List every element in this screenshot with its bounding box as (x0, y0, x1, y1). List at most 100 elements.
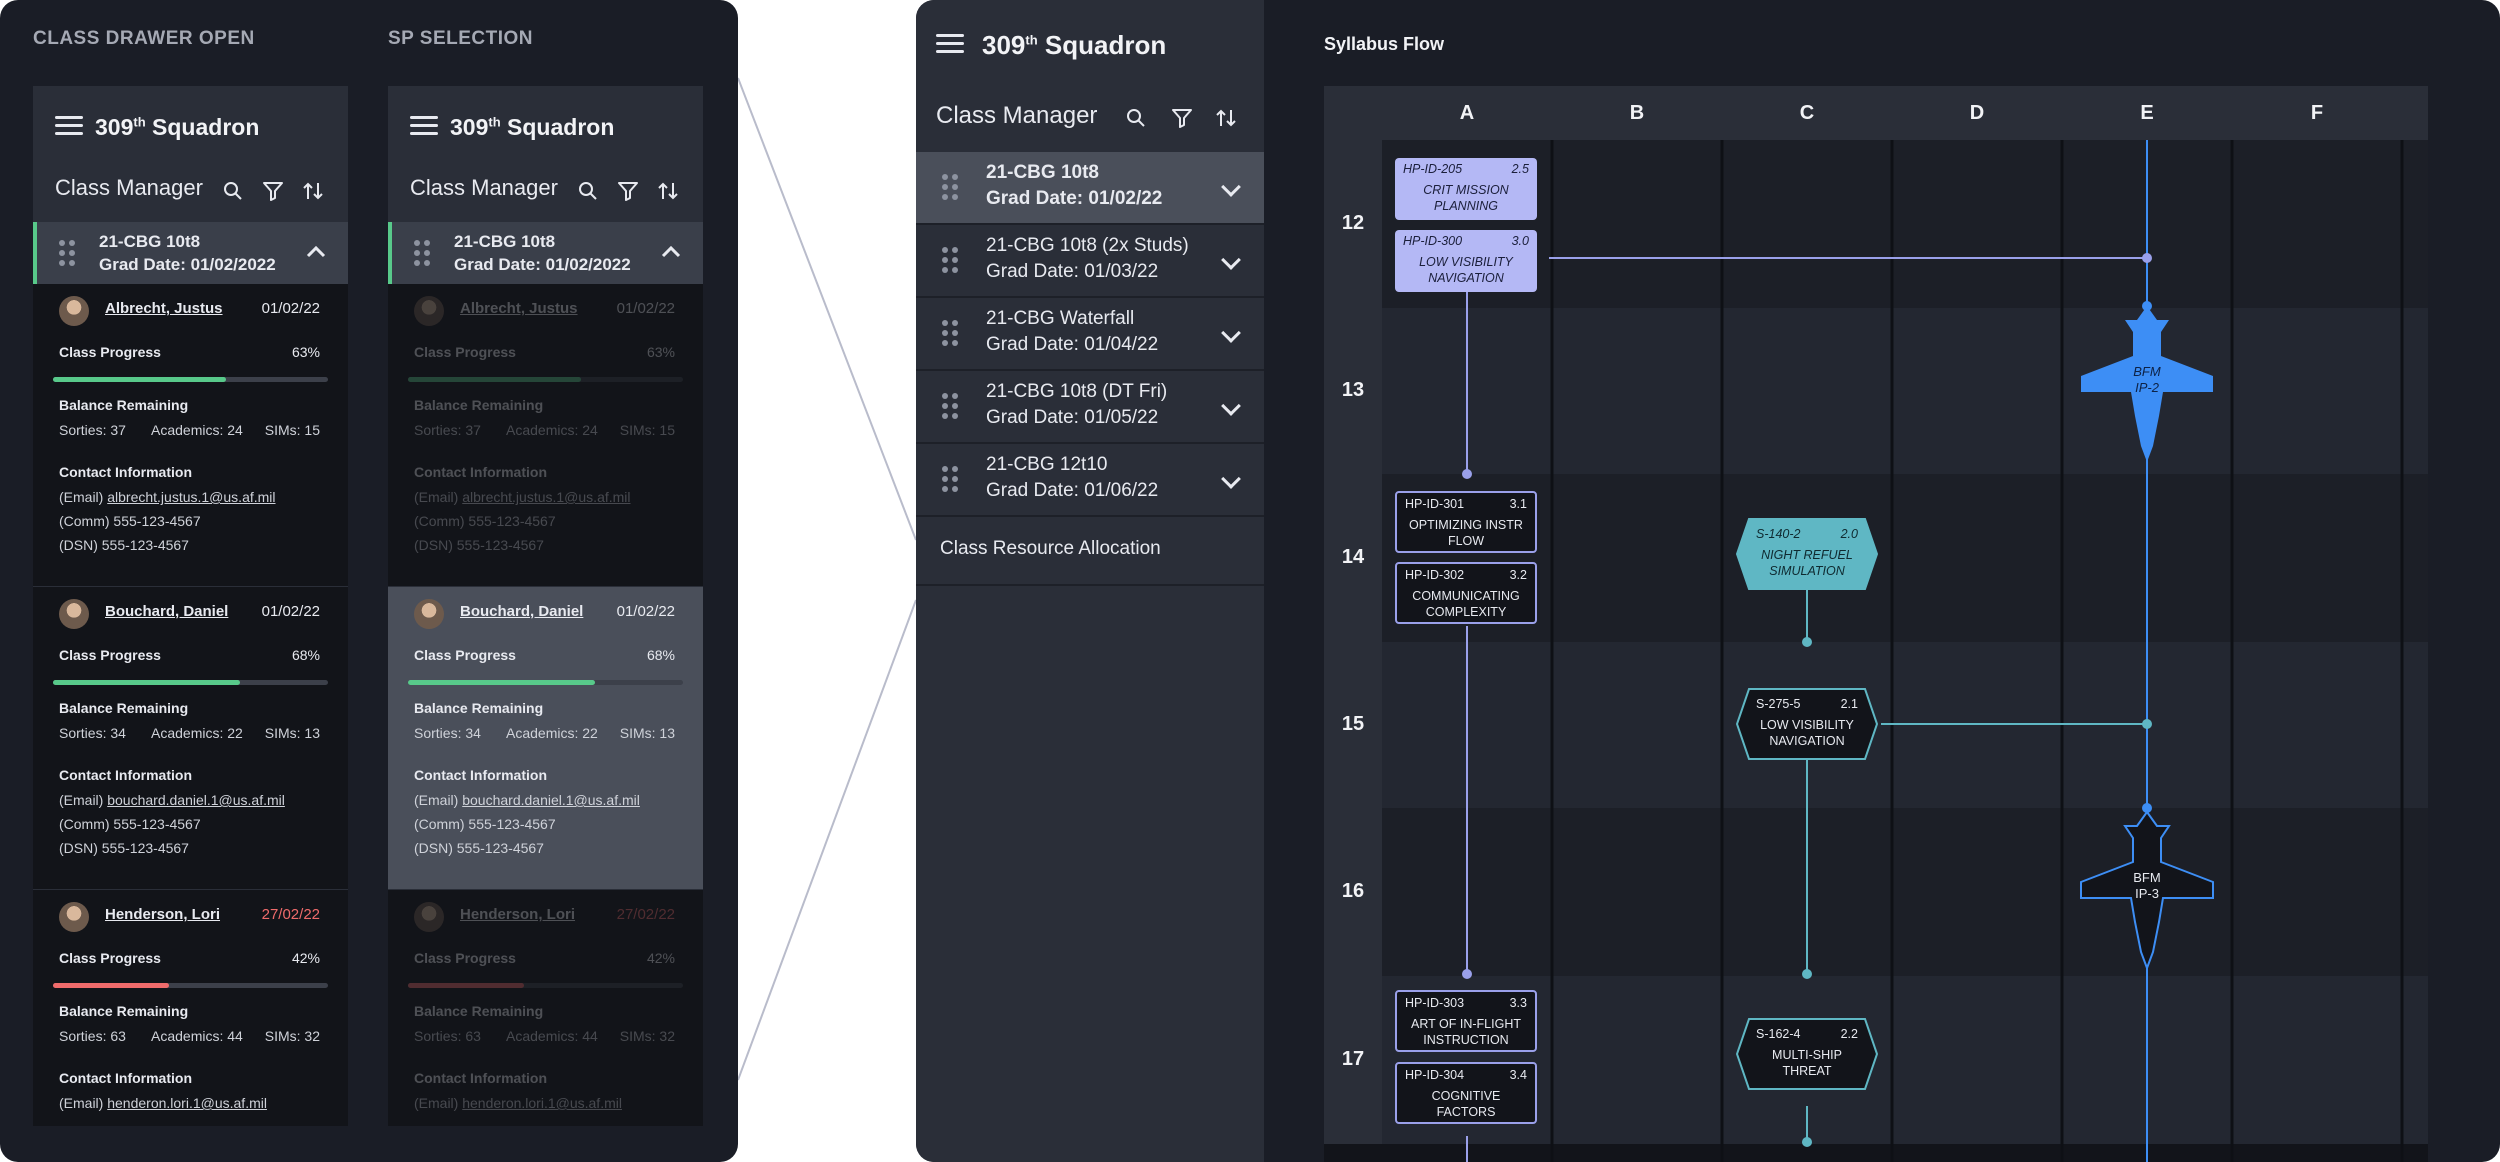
drag-handle-icon[interactable] (942, 174, 958, 200)
class-progress-fill (408, 983, 524, 988)
student-date: 27/02/22 (616, 906, 675, 923)
email-prefix: (Email) (59, 489, 108, 505)
comm-phone: (Comm) 555-123-4567 (414, 816, 556, 832)
sort-icon[interactable] (656, 179, 680, 203)
student-name-link[interactable]: Bouchard, Daniel (105, 603, 228, 620)
squadron-title: 309th Squadron (450, 114, 615, 140)
caption-sp-selection: SP SELECTION (388, 28, 534, 49)
jet-label: BFM IP-2 (2107, 364, 2187, 396)
class-name: 21-CBG 10t8 (454, 232, 556, 251)
syllabus-card[interactable]: HP-ID-205 2.5 CRIT MISSION PLANNING (1395, 158, 1537, 220)
drag-handle-icon[interactable] (942, 393, 958, 419)
drag-handle-icon[interactable] (942, 247, 958, 273)
filter-icon[interactable] (616, 179, 640, 203)
jet-label: BFM IP-3 (2107, 870, 2187, 902)
email-prefix: (Email) (414, 489, 463, 505)
hamburger-menu-icon[interactable] (55, 116, 83, 136)
balance-remaining-label: Balance Remaining (59, 397, 189, 413)
row-stripe (1382, 474, 2428, 642)
email-link[interactable]: henderon.lori.1@us.af.mil (107, 1095, 267, 1111)
email-prefix: (Email) (414, 1095, 463, 1111)
student-card[interactable]: Albrecht, Justus 01/02/22 Class Progress… (33, 284, 348, 587)
class-group-header[interactable]: 21-CBG 10t8 Grad Date: 01/02/2022 (33, 222, 348, 284)
class-item-grad-date: Grad Date: 01/06/22 (986, 480, 1159, 501)
class-item-grad-date: Grad Date: 01/05/22 (986, 407, 1159, 428)
chevron-down-icon[interactable] (1221, 250, 1241, 270)
email-link[interactable]: henderon.lori.1@us.af.mil (462, 1095, 622, 1111)
card-number: 3.3 (1509, 996, 1527, 1010)
class-progress-fill (408, 680, 595, 685)
drag-handle-icon[interactable] (942, 466, 958, 492)
drag-handle-icon[interactable] (59, 240, 75, 266)
class-item-name: 21-CBG 10t8 (2x Studs) (986, 235, 1189, 256)
email-prefix: (Email) (59, 1095, 108, 1111)
sim-number: 2.2 (1840, 1027, 1858, 1041)
class-list-item[interactable]: 21-CBG 10t8 (DT Fri) Grad Date: 01/05/22 (916, 371, 1264, 444)
syllabus-card[interactable]: HP-ID-301 3.1 OPTIMIZING INSTR FLOW (1395, 491, 1537, 553)
syllabus-card[interactable]: HP-ID-300 3.0 LOW VISIBILITY NAVIGATION (1395, 230, 1537, 292)
search-icon[interactable] (576, 179, 600, 203)
hamburger-menu-icon[interactable] (936, 34, 964, 54)
contact-info-label: Contact Information (414, 767, 547, 783)
filter-icon[interactable] (261, 179, 285, 203)
row-label: 13 (1341, 379, 1365, 401)
filter-icon[interactable] (1170, 106, 1194, 130)
contact-info-label: Contact Information (414, 1070, 547, 1086)
class-grad-date: Grad Date: 01/02/2022 (454, 255, 631, 274)
student-name-link[interactable]: Henderson, Lori (460, 906, 575, 923)
student-card[interactable]: Bouchard, Daniel 01/02/22 Class Progress… (388, 587, 703, 890)
sim-node[interactable]: S-162-4 2.2 MULTI-SHIP THREAT (1736, 1023, 1878, 1085)
student-card[interactable]: Albrecht, Justus 01/02/22 Class Progress… (388, 284, 703, 587)
chevron-up-icon[interactable] (661, 244, 681, 258)
search-icon[interactable] (221, 179, 245, 203)
class-list-item[interactable]: 21-CBG 10t8 (2x Studs) Grad Date: 01/03/… (916, 225, 1264, 298)
class-progress-bar (408, 680, 683, 685)
chevron-down-icon[interactable] (1221, 323, 1241, 343)
column-header-c: C (1799, 102, 1815, 124)
avatar (59, 902, 89, 932)
syllabus-card[interactable]: HP-ID-304 3.4 COGNITIVE FACTORS (1395, 1062, 1537, 1124)
contact-info-label: Contact Information (414, 464, 547, 480)
syllabus-card[interactable]: HP-ID-302 3.2 COMMUNICATING COMPLEXITY (1395, 562, 1537, 624)
chevron-down-icon[interactable] (1221, 177, 1241, 197)
sim-node[interactable]: S-275-5 2.1 LOW VISIBILITY NAVIGATION (1736, 693, 1878, 755)
class-item-grad-date: Grad Date: 01/02/22 (986, 188, 1163, 209)
dsn-phone: (DSN) 555-123-4567 (414, 537, 544, 553)
class-list-item[interactable]: 21-CBG Waterfall Grad Date: 01/04/22 (916, 298, 1264, 371)
sim-node[interactable]: S-140-2 2.0 NIGHT REFUEL SIMULATION (1736, 523, 1878, 585)
email-link[interactable]: bouchard.daniel.1@us.af.mil (462, 792, 640, 808)
class-progress-percent: 68% (291, 647, 320, 663)
drag-handle-icon[interactable] (414, 240, 430, 266)
class-item-name: 21-CBG 10t8 (DT Fri) (986, 381, 1168, 402)
sims-value: SIMs: 15 (264, 422, 320, 438)
chevron-down-icon[interactable] (1221, 469, 1241, 489)
student-name-link[interactable]: Albrecht, Justus (105, 300, 223, 317)
sp-selection-panel: 309th Squadron Class Manager 21-CBG 10t8… (388, 86, 703, 1126)
sort-icon[interactable] (301, 179, 325, 203)
row-label: 17 (1341, 1048, 1365, 1070)
student-card[interactable]: Bouchard, Daniel 01/02/22 Class Progress… (33, 587, 348, 890)
class-drawer-panel: 309th Squadron Class Manager 21-CBG 10t8… (33, 86, 348, 1126)
class-progress-percent: 63% (646, 344, 675, 360)
student-name-link[interactable]: Bouchard, Daniel (460, 603, 583, 620)
card-title: ART OF IN-FLIGHT INSTRUCTION (1411, 1017, 1521, 1047)
email-link[interactable]: albrecht.justus.1@us.af.mil (107, 489, 275, 505)
class-resource-allocation[interactable]: Class Resource Allocation (916, 516, 1264, 586)
email-link[interactable]: albrecht.justus.1@us.af.mil (462, 489, 630, 505)
chevron-down-icon[interactable] (1221, 396, 1241, 416)
class-list-item[interactable]: 21-CBG 10t8 Grad Date: 01/02/22 (916, 152, 1264, 225)
student-card[interactable]: Henderson, Lori 27/02/22 Class Progress … (33, 890, 348, 1126)
email-link[interactable]: bouchard.daniel.1@us.af.mil (107, 792, 285, 808)
student-card[interactable]: Henderson, Lori 27/02/22 Class Progress … (388, 890, 703, 1126)
class-list-item[interactable]: 21-CBG 12t10 Grad Date: 01/06/22 (916, 444, 1264, 517)
syllabus-card[interactable]: HP-ID-303 3.3 ART OF IN-FLIGHT INSTRUCTION (1395, 990, 1537, 1052)
chevron-up-icon[interactable] (306, 244, 326, 258)
drag-handle-icon[interactable] (942, 320, 958, 346)
student-name-link[interactable]: Albrecht, Justus (460, 300, 578, 317)
class-group-header[interactable]: 21-CBG 10t8 Grad Date: 01/02/2022 (388, 222, 703, 284)
sorties-value: Sorties: 37 (59, 422, 126, 438)
student-name-link[interactable]: Henderson, Lori (105, 906, 220, 923)
sort-icon[interactable] (1214, 106, 1238, 130)
hamburger-menu-icon[interactable] (410, 116, 438, 136)
search-icon[interactable] (1124, 106, 1148, 130)
